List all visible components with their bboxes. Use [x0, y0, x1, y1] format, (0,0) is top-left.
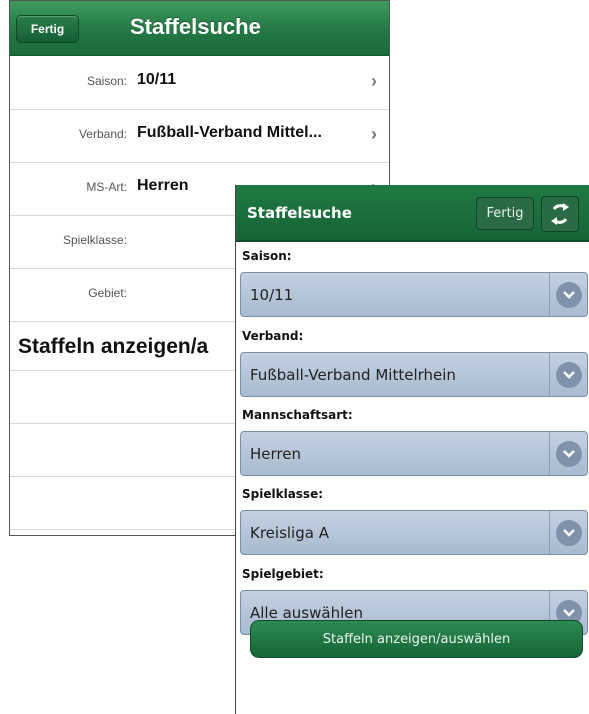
chevron-down-icon — [562, 608, 575, 617]
android-done-button[interactable]: Fertig — [476, 197, 534, 230]
row-label: MS-Art: — [86, 180, 127, 194]
dropdown-button[interactable] — [549, 353, 587, 396]
row-value: Fußball-Verband Mittel... — [137, 124, 322, 141]
select-value: Kreisliga A — [250, 524, 329, 542]
dropdown-button[interactable] — [549, 432, 587, 475]
chevron-down-icon — [562, 528, 575, 537]
android-actionbar: Staffelsuche Fertig — [236, 185, 589, 242]
chevron-right-icon: › — [371, 124, 377, 144]
row-value: Herren — [137, 177, 189, 194]
ios-done-button[interactable]: Fertig — [16, 15, 79, 43]
row-value: 10/11 — [137, 71, 177, 88]
field-label-mannschaftsart: Mannschaftsart: — [242, 408, 353, 422]
field-label-verband: Verband: — [242, 329, 304, 343]
ios-navbar: Fertig Staffelsuche — [10, 1, 389, 56]
row-label: Gebiet: — [88, 286, 127, 300]
select-value: 10/11 — [250, 286, 294, 304]
dropdown-button[interactable] — [549, 511, 587, 554]
ios-row-verband[interactable]: Verband: Fußball-Verband Mittel... › — [10, 110, 389, 163]
chevron-down-icon — [562, 290, 575, 299]
android-screen: Staffelsuche Fertig Saison: 10/11 Verban… — [235, 185, 589, 714]
refresh-icon — [551, 203, 569, 225]
field-label-spielgebiet: Spielgebiet: — [242, 567, 324, 581]
field-label-spielklasse: Spielklasse: — [242, 487, 324, 501]
field-label-saison: Saison: — [242, 249, 292, 263]
select-value: Fußball-Verband Mittelrhein — [250, 366, 456, 384]
chevron-down-icon — [562, 449, 575, 458]
dropdown-button[interactable] — [549, 273, 587, 316]
show-staffeln-button[interactable]: Staffeln anzeigen/auswählen — [250, 620, 583, 658]
mannschaftsart-select[interactable]: Herren — [240, 431, 588, 476]
row-label: Spielklasse: — [62, 233, 127, 247]
select-value: Herren — [250, 445, 301, 463]
row-label: Verband: — [78, 127, 127, 141]
row-label: Saison: — [86, 74, 127, 88]
android-page-title: Staffelsuche — [247, 204, 352, 222]
chevron-right-icon: › — [371, 71, 377, 91]
ios-row-saison[interactable]: Saison: 10/11 › — [10, 57, 389, 110]
refresh-button[interactable] — [541, 196, 579, 232]
spielklasse-select[interactable]: Kreisliga A — [240, 510, 588, 555]
chevron-down-icon — [562, 370, 575, 379]
ios-page-title: Staffelsuche — [130, 14, 261, 39]
saison-select[interactable]: 10/11 — [240, 272, 588, 317]
verband-select[interactable]: Fußball-Verband Mittelrhein — [240, 352, 588, 397]
